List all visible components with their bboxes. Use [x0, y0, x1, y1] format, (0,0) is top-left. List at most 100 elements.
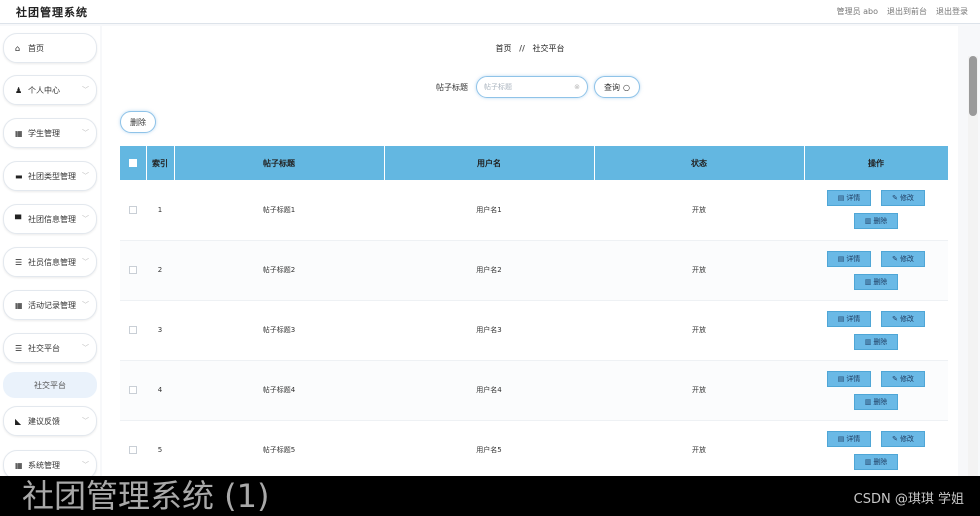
main-content: 首页 // 社交平台 帖子标题 ⊗ 查询 ○ 删除 索引 帖子标题 用户名 状态… — [102, 26, 958, 476]
delete-button[interactable]: ▥ 删除 — [854, 333, 898, 350]
row-checkbox[interactable] — [129, 446, 137, 454]
sidebar-item-label: 个人中心 — [28, 85, 60, 95]
breadcrumb-separator: // — [519, 44, 525, 53]
page-scrollbar[interactable] — [968, 56, 978, 476]
detail-icon: ▤ — [837, 374, 845, 383]
row-user: 用户名5 — [384, 420, 594, 476]
sidebar-item-label: 建议反馈 — [28, 416, 60, 426]
edit-icon: ✎ — [892, 254, 898, 263]
batch-delete-button[interactable]: 删除 — [120, 111, 156, 133]
sidebar-item-home[interactable]: ⌂ 首页 — [3, 33, 97, 63]
delete-button[interactable]: ▥ 删除 — [854, 393, 898, 410]
table-header-row: 索引 帖子标题 用户名 状态 操作 — [120, 146, 949, 180]
detail-button[interactable]: ▤ 详情 — [827, 250, 871, 267]
back-to-frontend-link[interactable]: 退出到前台 — [887, 6, 927, 17]
delete-button[interactable]: ▥ 删除 — [854, 213, 898, 230]
sidebar-item-feedback[interactable]: ◣ 建议反馈 ﹀ — [3, 406, 97, 436]
grid-icon: ▦ — [15, 300, 23, 310]
row-actions: ▤ 详情 ✎ 修改 ▥ 删除 — [804, 240, 948, 301]
chevron-down-icon: ﹀ — [82, 344, 89, 352]
sidebar-item-club-types[interactable]: ▬ 社团类型管理 ﹀ — [3, 161, 97, 191]
edit-button[interactable]: ✎ 修改 — [881, 190, 925, 207]
detail-button[interactable]: ▤ 详情 — [827, 430, 871, 447]
row-index: 1 — [146, 180, 174, 241]
posts-table: 索引 帖子标题 用户名 状态 操作 1 帖子标题1 用户名1 开放 ▤ 详情 ✎ 修… — [120, 146, 949, 476]
feedback-icon: ◣ — [15, 416, 22, 426]
detail-icon: ▤ — [837, 194, 845, 203]
sidebar-item-label: 社团信息管理 — [28, 214, 76, 224]
detail-button[interactable]: ▤ 详情 — [827, 370, 871, 387]
row-index: 5 — [146, 420, 174, 476]
top-links: 管理员 abo 退出到前台 退出登录 — [837, 6, 968, 17]
row-title: 帖子标题1 — [174, 180, 384, 241]
detail-button[interactable]: ▤ 详情 — [827, 310, 871, 327]
chevron-down-icon: ﹀ — [82, 172, 89, 180]
row-status: 开放 — [594, 180, 804, 241]
sidebar-item-social-platform[interactable]: ☰ 社交平台 ﹀ — [3, 333, 97, 363]
sidebar-item-label: 社交平台 — [28, 343, 60, 353]
delete-button[interactable]: ▥ 删除 — [854, 453, 898, 470]
sidebar-item-label: 活动记录管理 — [28, 300, 76, 310]
row-user: 用户名1 — [384, 180, 594, 241]
sidebar-item-students[interactable]: ▦ 学生管理 ﹀ — [3, 118, 97, 148]
edit-icon: ✎ — [892, 314, 898, 323]
list-icon: ☰ — [15, 257, 23, 267]
sidebar-item-club-info[interactable]: ▀ 社团信息管理 ﹀ — [3, 204, 97, 234]
chevron-down-icon: ﹀ — [82, 258, 89, 266]
row-checkbox[interactable] — [129, 326, 137, 334]
detail-icon: ▤ — [837, 434, 845, 443]
edit-button[interactable]: ✎ 修改 — [881, 370, 925, 387]
logout-link[interactable]: 退出登录 — [936, 6, 968, 17]
query-button[interactable]: 查询 ○ — [594, 76, 640, 98]
table-row: 2 帖子标题2 用户名2 开放 ▤ 详情 ✎ 修改 ▥ 删除 — [120, 240, 948, 301]
header-user: 用户名 — [384, 146, 595, 180]
row-index: 2 — [146, 240, 174, 301]
video-caption-bar: 社团管理系统 (1) CSDN @琪琪 学姐 — [0, 476, 980, 516]
sidebar-item-activity-records[interactable]: ▦ 活动记录管理 ﹀ — [3, 290, 97, 320]
table-row: 1 帖子标题1 用户名1 开放 ▤ 详情 ✎ 修改 ▥ 删除 — [120, 180, 948, 241]
sidebar-subitem-social-platform[interactable]: 社交平台 — [3, 372, 97, 398]
search-input[interactable] — [484, 83, 575, 91]
chevron-down-icon: ﹀ — [82, 417, 89, 425]
row-status: 开放 — [594, 360, 804, 421]
folder-icon: ▀ — [15, 214, 22, 224]
scrollbar-thumb[interactable] — [969, 56, 977, 116]
detail-icon: ▤ — [837, 254, 845, 263]
row-checkbox[interactable] — [129, 386, 137, 394]
detail-icon: ▤ — [837, 314, 845, 323]
admin-user-link[interactable]: 管理员 abo — [837, 6, 878, 17]
row-title: 帖子标题5 — [174, 420, 384, 476]
sidebar-item-system[interactable]: ▦ 系统管理 ﹀ — [3, 450, 97, 476]
select-all-checkbox[interactable] — [128, 159, 137, 167]
row-status: 开放 — [594, 300, 804, 361]
detail-button[interactable]: ▤ 详情 — [827, 190, 871, 207]
chevron-down-icon: ﹀ — [82, 86, 89, 94]
row-checkbox[interactable] — [129, 266, 137, 274]
grid-icon: ▦ — [15, 128, 23, 138]
sidebar-item-label: 社团类型管理 — [28, 171, 76, 181]
edit-button[interactable]: ✎ 修改 — [881, 310, 925, 327]
video-caption-title: 社团管理系统 (1) — [22, 477, 270, 515]
trash-icon: ▥ — [864, 337, 872, 346]
header-status: 状态 — [594, 146, 805, 180]
row-checkbox[interactable] — [129, 205, 137, 214]
row-actions: ▤ 详情 ✎ 修改 ▥ 删除 — [804, 420, 948, 476]
edit-button[interactable]: ✎ 修改 — [881, 430, 925, 447]
search-field[interactable]: ⊗ — [476, 76, 588, 98]
user-icon: ♟ — [15, 85, 23, 95]
table-row: 5 帖子标题5 用户名5 开放 ▤ 详情 ✎ 修改 ▥ 删除 — [120, 420, 948, 476]
search-row: 帖子标题 ⊗ 查询 ○ — [436, 76, 640, 98]
sidebar-item-member-info[interactable]: ☰ 社员信息管理 ﹀ — [3, 247, 97, 277]
delete-button[interactable]: ▥ 删除 — [854, 273, 898, 290]
edit-button[interactable]: ✎ 修改 — [881, 250, 925, 267]
breadcrumb: 首页 // 社交平台 — [102, 43, 958, 54]
sidebar-item-label: 社员信息管理 — [28, 257, 76, 267]
row-status: 开放 — [594, 420, 804, 476]
row-user: 用户名4 — [384, 360, 594, 421]
grid-icon: ▦ — [15, 460, 23, 470]
clear-icon[interactable]: ⊗ — [574, 83, 580, 91]
sidebar-item-personal-center[interactable]: ♟ 个人中心 ﹀ — [3, 75, 97, 105]
top-bar: 社团管理系统 管理员 abo 退出到前台 退出登录 — [0, 0, 980, 24]
breadcrumb-home[interactable]: 首页 — [496, 44, 512, 53]
edit-icon: ✎ — [892, 374, 898, 383]
